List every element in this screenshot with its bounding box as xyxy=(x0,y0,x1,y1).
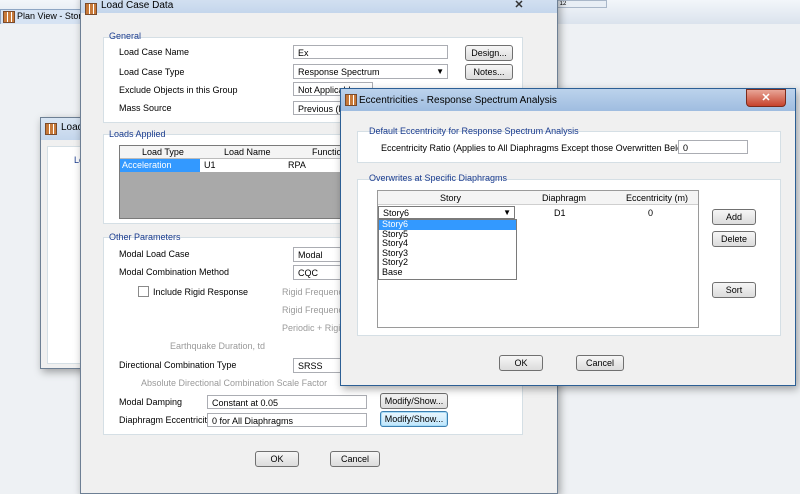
row-load-type: Acceleration xyxy=(120,159,200,172)
eccentricity-ratio-label: Eccentricity Ratio (Applies to All Diaph… xyxy=(381,143,692,153)
overwrites-header: Story Diaphragm Eccentricity (m) xyxy=(378,191,698,205)
row-diaphragm: D1 xyxy=(554,208,566,218)
row-load-name: U1 xyxy=(204,160,216,170)
eccentricities-dialog: Eccentricities - Response Spectrum Analy… xyxy=(340,88,796,386)
delete-button[interactable]: Delete xyxy=(712,231,756,247)
rigid-frequency-2: Rigid Frequency xyxy=(282,305,348,315)
rigid-frequency-1: Rigid Frequency xyxy=(282,287,348,297)
modal-combination-label: Modal Combination Method xyxy=(119,267,230,277)
eccentricity-ratio-input[interactable]: 0 xyxy=(678,140,748,154)
diaphragm-eccentricity-field[interactable]: 0 for All Diaphragms xyxy=(207,413,367,427)
periodic-rigid-label: Periodic + Rigid xyxy=(282,323,346,333)
close-icon[interactable]: ✕ xyxy=(746,89,786,107)
loads-applied-heading: Loads Applied xyxy=(109,129,166,139)
sort-button[interactable]: Sort xyxy=(712,282,756,298)
chevron-down-icon: ▼ xyxy=(503,208,511,217)
col-load-name: Load Name xyxy=(224,147,271,157)
cancel-button[interactable]: Cancel xyxy=(330,451,380,467)
list-item[interactable]: Base xyxy=(379,267,516,278)
loads-table: Load Type Load Name Function Acceleratio… xyxy=(119,145,351,219)
directional-combination-label: Directional Combination Type xyxy=(119,360,237,370)
ok-button[interactable]: OK xyxy=(255,451,299,467)
modal-load-case-label: Modal Load Case xyxy=(119,249,190,259)
rigid-response-checkbox[interactable] xyxy=(138,286,149,297)
mass-source-label: Mass Source xyxy=(119,103,172,113)
close-icon[interactable]: ✕ xyxy=(511,0,527,15)
other-params-heading: Other Parameters xyxy=(109,232,181,242)
col-eccentricity: Eccentricity (m) xyxy=(626,193,689,203)
col-load-type: Load Type xyxy=(142,147,184,157)
app-icon xyxy=(85,3,97,15)
notes-button[interactable]: Notes... xyxy=(465,64,513,80)
load-case-name-label: Load Case Name xyxy=(119,47,190,57)
rigid-response-label: Include Rigid Response xyxy=(153,287,249,297)
row-function: RPA xyxy=(288,160,306,170)
story-select[interactable]: Story6 ▼ xyxy=(378,206,515,219)
diaphragm-eccentricity-label: Diaphragm Eccentricity xyxy=(119,415,212,425)
earthquake-duration-label: Earthquake Duration, td xyxy=(170,341,266,351)
plan-view-tab-label: Plan View - Story6 xyxy=(17,11,81,21)
modify-show-damping-button[interactable]: Modify/Show... xyxy=(380,393,448,409)
right-tab[interactable]: · 12 xyxy=(555,0,607,8)
load-case-type-label: Load Case Type xyxy=(119,67,185,77)
load-case-type-value: Response Spectrum xyxy=(298,67,380,77)
plan-view-tab[interactable]: Plan View - Story6 xyxy=(0,9,82,25)
exclude-objects-label: Exclude Objects in this Group xyxy=(119,85,238,95)
col-diaphragm: Diaphragm xyxy=(542,193,587,203)
overwrites-heading: Overwrites at Specific Diaphragms xyxy=(369,173,508,183)
app-icon xyxy=(345,94,357,106)
table-row[interactable]: Acceleration U1 RPA xyxy=(120,159,350,172)
load-case-name-input[interactable]: Ex xyxy=(293,45,448,59)
chevron-down-icon: ▼ xyxy=(436,67,444,76)
eccentricities-titlebar: Eccentricities - Response Spectrum Analy… xyxy=(341,89,795,111)
story-select-value: Story6 xyxy=(383,208,410,218)
story-dropdown-list[interactable]: Story6 Story5 Story4 Story3 Story2 Base xyxy=(378,219,517,280)
general-heading: General xyxy=(109,31,142,41)
abs-scale-factor-label: Absolute Directional Combination Scale F… xyxy=(141,378,328,388)
eccentricities-title: Eccentricities - Response Spectrum Analy… xyxy=(359,95,557,106)
default-eccentricity-heading: Default Eccentricity for Response Spectr… xyxy=(369,126,579,136)
modify-show-eccentricity-button[interactable]: Modify/Show... xyxy=(380,411,448,427)
ok-button[interactable]: OK xyxy=(499,355,543,371)
add-button[interactable]: Add xyxy=(712,209,756,225)
row-eccentricity: 0 xyxy=(648,208,654,218)
load-case-title: Load Case Data xyxy=(101,0,174,11)
col-story: Story xyxy=(440,193,462,203)
app-icon xyxy=(45,123,57,135)
load-case-type-select[interactable]: Response Spectrum ▼ xyxy=(293,64,448,79)
loads-header: Load Type Load Name Function xyxy=(120,146,350,159)
modal-damping-field[interactable]: Constant at 0.05 xyxy=(207,395,367,409)
design-button[interactable]: Design... xyxy=(465,45,513,61)
app-icon xyxy=(3,11,15,23)
modal-damping-label: Modal Damping xyxy=(119,397,183,407)
cancel-button[interactable]: Cancel xyxy=(576,355,624,371)
load-case-titlebar: Load Case Data ✕ xyxy=(81,0,557,15)
